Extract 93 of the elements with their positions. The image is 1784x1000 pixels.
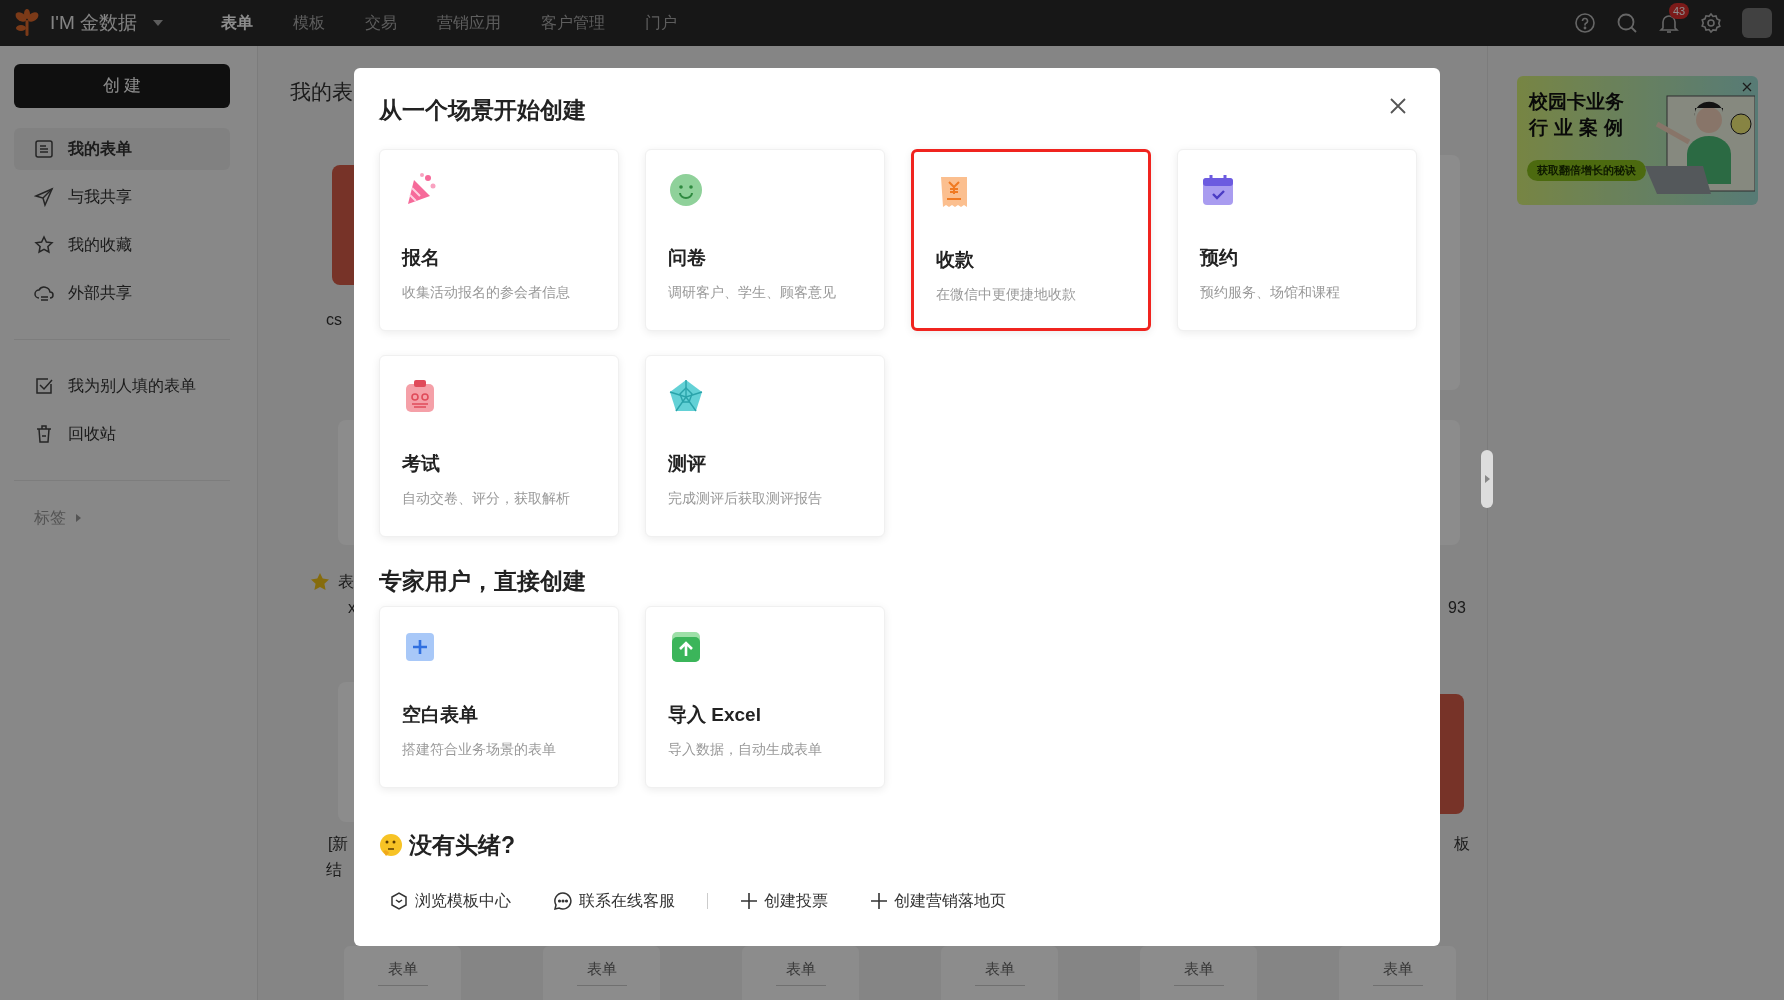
nav-tab[interactable]: 客户管理 <box>541 11 605 35</box>
card-caption: 93 <box>1448 598 1466 618</box>
avatar[interactable] <box>1742 8 1772 38</box>
card-description: 预约服务、场馆和课程 <box>1200 283 1341 302</box>
scenario-card[interactable]: 考试 自动交卷、评分，获取解析 <box>379 355 619 537</box>
card-label: 表单 <box>586 959 617 979</box>
form-card[interactable]: 表单 <box>1339 946 1456 1000</box>
form-card[interactable]: 表单 <box>543 946 660 1000</box>
page-title: 我的表 <box>290 79 353 105</box>
nav-tab[interactable]: 交易 <box>365 11 397 35</box>
close-icon[interactable] <box>1742 82 1752 92</box>
section-title: 专家用户，直接创建 <box>379 566 586 596</box>
scenario-card[interactable]: 预约 预约服务、场馆和课程 <box>1177 149 1417 331</box>
nav-tab[interactable]: 模板 <box>293 11 325 35</box>
scenario-card[interactable]: 报名 收集活动报名的参会者信息 <box>379 149 619 331</box>
ad-headline: 校园卡业务 <box>1529 90 1624 114</box>
card-description: 自动交卷、评分，获取解析 <box>402 489 571 508</box>
checkbox-icon <box>34 376 54 396</box>
smiley-icon <box>668 172 704 208</box>
card-title: 考试 <box>402 452 441 476</box>
sidebar-item[interactable]: 回收站 <box>14 413 230 455</box>
card-title: 空白表单 <box>402 703 479 727</box>
card-caption: cs <box>326 310 342 330</box>
card-label: 表单 <box>1183 959 1214 979</box>
card-title: 问卷 <box>668 246 707 270</box>
card-caption: 结 <box>326 860 342 880</box>
pentagon-icon <box>668 378 704 414</box>
nav-tab[interactable]: 营销应用 <box>437 11 501 35</box>
form-card[interactable]: 表单 <box>344 946 461 1000</box>
document-icon <box>34 139 54 159</box>
caret-icon[interactable] <box>1484 475 1490 483</box>
link[interactable]: 创建营销落地页 <box>870 889 1006 913</box>
card-title: 收款 <box>936 248 975 272</box>
settings-icon[interactable] <box>1700 12 1722 34</box>
scenario-card[interactable]: 问卷 调研客户、学生、顾客意见 <box>645 149 885 331</box>
link[interactable]: 创建投票 <box>740 889 828 913</box>
sidebar-item[interactable]: 我的收藏 <box>14 224 230 266</box>
card-description: 完成测评后获取测评报告 <box>668 489 823 508</box>
plus-icon <box>740 892 758 910</box>
ad-banner[interactable]: 校园卡业务 行业案例 获取翻倍增长的秘诀 <box>1517 76 1758 205</box>
card-description: 搭建符合业务场景的表单 <box>402 740 557 759</box>
scenario-card[interactable]: 导入 Excel 导入数据，自动生成表单 <box>645 606 885 788</box>
form-card[interactable]: 表单 <box>742 946 859 1000</box>
card-description: 调研客户、学生、顾客意见 <box>668 283 837 302</box>
caret-icon[interactable] <box>153 20 163 26</box>
scenario-card[interactable]: 测评 完成测评后获取测评报告 <box>645 355 885 537</box>
form-card[interactable]: 表单 <box>1140 946 1257 1000</box>
form-card[interactable]: 表单 <box>941 946 1058 1000</box>
help-icon[interactable] <box>1574 12 1596 34</box>
scenario-card[interactable]: 空白表单 搭建符合业务场景的表单 <box>379 606 619 788</box>
notification-badge: 43 <box>1669 3 1690 19</box>
card-description: 在微信中更便捷地收款 <box>936 285 1077 304</box>
card-label: 表单 <box>1382 959 1413 979</box>
nav-tab[interactable]: 表单 <box>221 11 253 35</box>
star-icon[interactable] <box>311 573 329 590</box>
create-button[interactable]: 创 建 <box>14 64 230 108</box>
thinking-face-icon <box>379 833 403 857</box>
section-title: 没有头绪? <box>409 830 516 860</box>
card-title: 报名 <box>402 246 441 270</box>
card-title: 导入 Excel <box>668 703 762 727</box>
calendar-icon <box>1200 172 1236 208</box>
card-title: 预约 <box>1200 246 1239 270</box>
brand-name[interactable]: I'M 金数据 <box>50 8 137 38</box>
link[interactable]: 浏览模板中心 <box>389 889 511 913</box>
plus-icon <box>870 892 888 910</box>
sidebar-item[interactable]: 与我共享 <box>14 176 230 218</box>
nav-tab[interactable]: 门户 <box>645 11 677 35</box>
star-icon <box>34 235 54 255</box>
card-caption: 表 <box>338 572 354 592</box>
trash-icon <box>34 424 54 444</box>
scenario-card[interactable]: 收款 在微信中更便捷地收款 <box>911 149 1151 331</box>
link[interactable]: 联系在线客服 <box>553 889 675 913</box>
collapse-handle[interactable] <box>1481 450 1493 508</box>
card-label: 表单 <box>984 959 1015 979</box>
search-icon[interactable] <box>1616 12 1638 34</box>
cloud-icon <box>34 283 54 303</box>
card-caption: 板 <box>1454 834 1470 854</box>
card-caption: [新 <box>328 834 349 854</box>
card-label: 表单 <box>785 959 816 979</box>
sidebar-item[interactable]: 外部共享 <box>14 272 230 314</box>
card-description: 收集活动报名的参会者信息 <box>402 283 571 302</box>
caret-icon[interactable] <box>76 514 81 522</box>
dialog-title: 从一个场景开始创建 <box>379 95 586 125</box>
card-label: 表单 <box>387 959 418 979</box>
sidebar-item[interactable]: 我的表单 <box>14 128 230 170</box>
card-description: 导入数据，自动生成表单 <box>668 740 823 759</box>
card-title: 测评 <box>668 452 707 476</box>
close-icon[interactable] <box>1390 98 1406 114</box>
sidebar-item[interactable]: 我为别人填的表单 <box>14 365 230 407</box>
ad-button[interactable]: 获取翻倍增长的秘诀 <box>1527 160 1646 181</box>
ad-headline: 行业案例 <box>1529 116 1629 140</box>
chat-icon <box>553 891 573 911</box>
send-icon <box>34 187 54 207</box>
